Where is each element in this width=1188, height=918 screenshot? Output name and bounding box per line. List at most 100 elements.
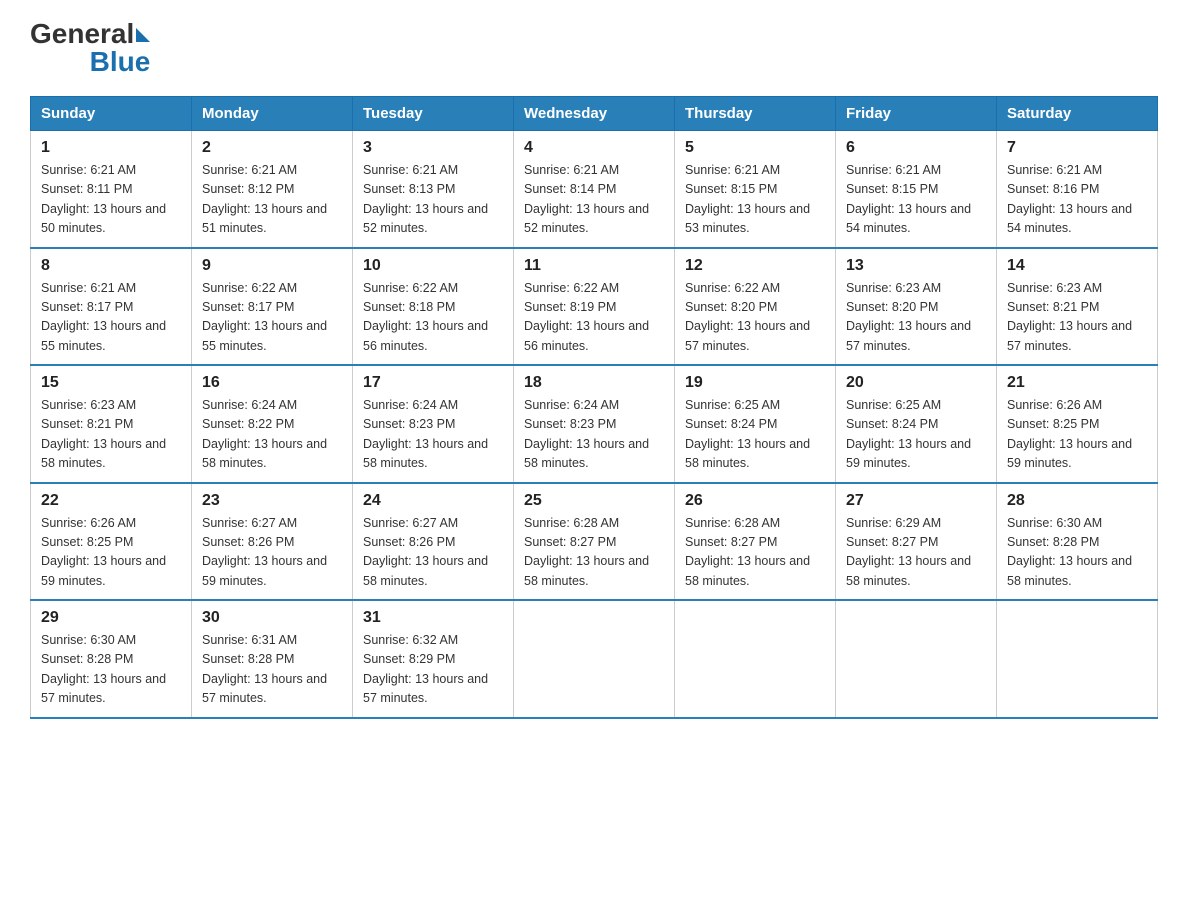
day-info: Sunrise: 6:22 AMSunset: 8:17 PMDaylight:… bbox=[202, 281, 327, 353]
calendar-cell bbox=[514, 600, 675, 718]
day-info: Sunrise: 6:25 AMSunset: 8:24 PMDaylight:… bbox=[846, 398, 971, 470]
day-info: Sunrise: 6:27 AMSunset: 8:26 PMDaylight:… bbox=[202, 516, 327, 588]
calendar-cell: 19 Sunrise: 6:25 AMSunset: 8:24 PMDaylig… bbox=[675, 365, 836, 483]
day-number: 4 bbox=[524, 139, 664, 157]
calendar-cell: 3 Sunrise: 6:21 AMSunset: 8:13 PMDayligh… bbox=[353, 131, 514, 248]
calendar-week-row: 29 Sunrise: 6:30 AMSunset: 8:28 PMDaylig… bbox=[31, 600, 1158, 718]
calendar-cell: 31 Sunrise: 6:32 AMSunset: 8:29 PMDaylig… bbox=[353, 600, 514, 718]
calendar-cell: 15 Sunrise: 6:23 AMSunset: 8:21 PMDaylig… bbox=[31, 365, 192, 483]
calendar-cell: 27 Sunrise: 6:29 AMSunset: 8:27 PMDaylig… bbox=[836, 483, 997, 601]
calendar-cell bbox=[997, 600, 1158, 718]
calendar-week-row: 1 Sunrise: 6:21 AMSunset: 8:11 PMDayligh… bbox=[31, 131, 1158, 248]
day-number: 28 bbox=[1007, 492, 1147, 510]
day-number: 23 bbox=[202, 492, 342, 510]
day-info: Sunrise: 6:21 AMSunset: 8:11 PMDaylight:… bbox=[41, 163, 166, 235]
calendar-cell: 20 Sunrise: 6:25 AMSunset: 8:24 PMDaylig… bbox=[836, 365, 997, 483]
day-number: 10 bbox=[363, 257, 503, 275]
calendar-cell bbox=[675, 600, 836, 718]
day-number: 2 bbox=[202, 139, 342, 157]
day-number: 21 bbox=[1007, 374, 1147, 392]
day-number: 25 bbox=[524, 492, 664, 510]
calendar-cell: 5 Sunrise: 6:21 AMSunset: 8:15 PMDayligh… bbox=[675, 131, 836, 248]
calendar-cell: 22 Sunrise: 6:26 AMSunset: 8:25 PMDaylig… bbox=[31, 483, 192, 601]
calendar-cell: 8 Sunrise: 6:21 AMSunset: 8:17 PMDayligh… bbox=[31, 248, 192, 366]
day-info: Sunrise: 6:24 AMSunset: 8:23 PMDaylight:… bbox=[524, 398, 649, 470]
day-info: Sunrise: 6:23 AMSunset: 8:20 PMDaylight:… bbox=[846, 281, 971, 353]
day-info: Sunrise: 6:23 AMSunset: 8:21 PMDaylight:… bbox=[1007, 281, 1132, 353]
day-number: 8 bbox=[41, 257, 181, 275]
calendar-cell: 10 Sunrise: 6:22 AMSunset: 8:18 PMDaylig… bbox=[353, 248, 514, 366]
calendar-cell: 29 Sunrise: 6:30 AMSunset: 8:28 PMDaylig… bbox=[31, 600, 192, 718]
calendar-week-row: 15 Sunrise: 6:23 AMSunset: 8:21 PMDaylig… bbox=[31, 365, 1158, 483]
day-number: 22 bbox=[41, 492, 181, 510]
calendar-week-row: 8 Sunrise: 6:21 AMSunset: 8:17 PMDayligh… bbox=[31, 248, 1158, 366]
day-number: 3 bbox=[363, 139, 503, 157]
day-number: 24 bbox=[363, 492, 503, 510]
day-info: Sunrise: 6:22 AMSunset: 8:18 PMDaylight:… bbox=[363, 281, 488, 353]
logo-triangle-icon bbox=[136, 28, 150, 42]
day-info: Sunrise: 6:21 AMSunset: 8:17 PMDaylight:… bbox=[41, 281, 166, 353]
page-header: General Blue bbox=[30, 20, 1158, 76]
day-number: 11 bbox=[524, 257, 664, 275]
calendar-cell: 28 Sunrise: 6:30 AMSunset: 8:28 PMDaylig… bbox=[997, 483, 1158, 601]
day-info: Sunrise: 6:30 AMSunset: 8:28 PMDaylight:… bbox=[1007, 516, 1132, 588]
day-number: 13 bbox=[846, 257, 986, 275]
calendar-cell: 12 Sunrise: 6:22 AMSunset: 8:20 PMDaylig… bbox=[675, 248, 836, 366]
day-info: Sunrise: 6:25 AMSunset: 8:24 PMDaylight:… bbox=[685, 398, 810, 470]
day-info: Sunrise: 6:28 AMSunset: 8:27 PMDaylight:… bbox=[524, 516, 649, 588]
weekday-header-tuesday: Tuesday bbox=[353, 97, 514, 131]
weekday-header-saturday: Saturday bbox=[997, 97, 1158, 131]
day-info: Sunrise: 6:21 AMSunset: 8:12 PMDaylight:… bbox=[202, 163, 327, 235]
logo: General Blue bbox=[30, 20, 150, 76]
day-info: Sunrise: 6:26 AMSunset: 8:25 PMDaylight:… bbox=[41, 516, 166, 588]
day-number: 5 bbox=[685, 139, 825, 157]
day-info: Sunrise: 6:22 AMSunset: 8:20 PMDaylight:… bbox=[685, 281, 810, 353]
day-info: Sunrise: 6:21 AMSunset: 8:16 PMDaylight:… bbox=[1007, 163, 1132, 235]
calendar-cell: 1 Sunrise: 6:21 AMSunset: 8:11 PMDayligh… bbox=[31, 131, 192, 248]
day-info: Sunrise: 6:30 AMSunset: 8:28 PMDaylight:… bbox=[41, 633, 166, 705]
calendar-cell: 16 Sunrise: 6:24 AMSunset: 8:22 PMDaylig… bbox=[192, 365, 353, 483]
day-info: Sunrise: 6:22 AMSunset: 8:19 PMDaylight:… bbox=[524, 281, 649, 353]
day-info: Sunrise: 6:23 AMSunset: 8:21 PMDaylight:… bbox=[41, 398, 166, 470]
calendar-cell: 26 Sunrise: 6:28 AMSunset: 8:27 PMDaylig… bbox=[675, 483, 836, 601]
day-info: Sunrise: 6:29 AMSunset: 8:27 PMDaylight:… bbox=[846, 516, 971, 588]
weekday-header-monday: Monday bbox=[192, 97, 353, 131]
calendar-cell: 30 Sunrise: 6:31 AMSunset: 8:28 PMDaylig… bbox=[192, 600, 353, 718]
day-number: 7 bbox=[1007, 139, 1147, 157]
day-number: 9 bbox=[202, 257, 342, 275]
day-number: 31 bbox=[363, 609, 503, 627]
day-number: 17 bbox=[363, 374, 503, 392]
calendar-cell: 11 Sunrise: 6:22 AMSunset: 8:19 PMDaylig… bbox=[514, 248, 675, 366]
day-info: Sunrise: 6:32 AMSunset: 8:29 PMDaylight:… bbox=[363, 633, 488, 705]
calendar-cell: 9 Sunrise: 6:22 AMSunset: 8:17 PMDayligh… bbox=[192, 248, 353, 366]
calendar-cell: 25 Sunrise: 6:28 AMSunset: 8:27 PMDaylig… bbox=[514, 483, 675, 601]
calendar-cell: 4 Sunrise: 6:21 AMSunset: 8:14 PMDayligh… bbox=[514, 131, 675, 248]
day-info: Sunrise: 6:21 AMSunset: 8:15 PMDaylight:… bbox=[685, 163, 810, 235]
calendar-header: SundayMondayTuesdayWednesdayThursdayFrid… bbox=[31, 97, 1158, 131]
calendar-cell: 13 Sunrise: 6:23 AMSunset: 8:20 PMDaylig… bbox=[836, 248, 997, 366]
day-number: 12 bbox=[685, 257, 825, 275]
day-number: 27 bbox=[846, 492, 986, 510]
day-number: 14 bbox=[1007, 257, 1147, 275]
calendar-week-row: 22 Sunrise: 6:26 AMSunset: 8:25 PMDaylig… bbox=[31, 483, 1158, 601]
calendar-table: SundayMondayTuesdayWednesdayThursdayFrid… bbox=[30, 96, 1158, 719]
calendar-cell: 23 Sunrise: 6:27 AMSunset: 8:26 PMDaylig… bbox=[192, 483, 353, 601]
day-info: Sunrise: 6:28 AMSunset: 8:27 PMDaylight:… bbox=[685, 516, 810, 588]
weekday-header-thursday: Thursday bbox=[675, 97, 836, 131]
calendar-cell: 7 Sunrise: 6:21 AMSunset: 8:16 PMDayligh… bbox=[997, 131, 1158, 248]
day-number: 16 bbox=[202, 374, 342, 392]
day-info: Sunrise: 6:24 AMSunset: 8:23 PMDaylight:… bbox=[363, 398, 488, 470]
calendar-cell: 17 Sunrise: 6:24 AMSunset: 8:23 PMDaylig… bbox=[353, 365, 514, 483]
day-info: Sunrise: 6:27 AMSunset: 8:26 PMDaylight:… bbox=[363, 516, 488, 588]
calendar-body: 1 Sunrise: 6:21 AMSunset: 8:11 PMDayligh… bbox=[31, 131, 1158, 718]
day-info: Sunrise: 6:26 AMSunset: 8:25 PMDaylight:… bbox=[1007, 398, 1132, 470]
weekday-header-sunday: Sunday bbox=[31, 97, 192, 131]
calendar-cell bbox=[836, 600, 997, 718]
weekday-header-row: SundayMondayTuesdayWednesdayThursdayFrid… bbox=[31, 97, 1158, 131]
day-number: 29 bbox=[41, 609, 181, 627]
day-info: Sunrise: 6:21 AMSunset: 8:15 PMDaylight:… bbox=[846, 163, 971, 235]
calendar-cell: 6 Sunrise: 6:21 AMSunset: 8:15 PMDayligh… bbox=[836, 131, 997, 248]
day-info: Sunrise: 6:31 AMSunset: 8:28 PMDaylight:… bbox=[202, 633, 327, 705]
calendar-cell: 21 Sunrise: 6:26 AMSunset: 8:25 PMDaylig… bbox=[997, 365, 1158, 483]
day-number: 30 bbox=[202, 609, 342, 627]
